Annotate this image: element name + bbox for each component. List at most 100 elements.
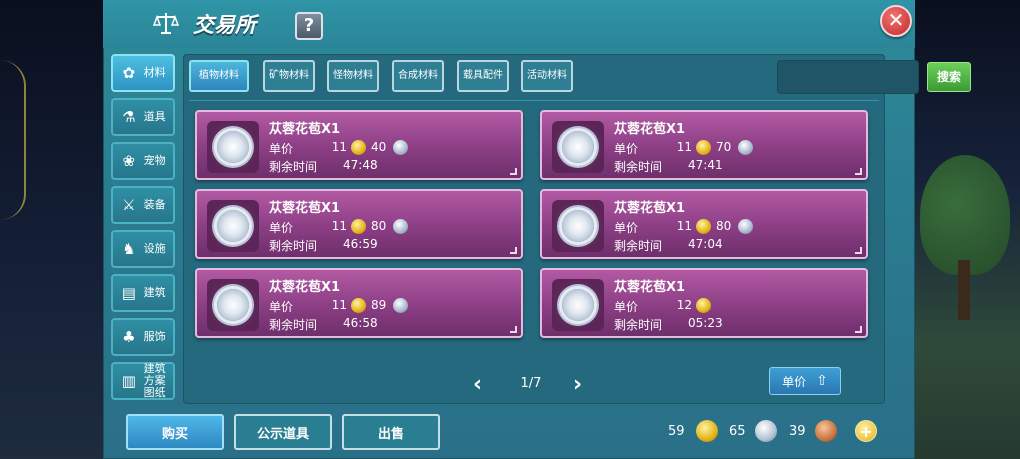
equipment-icon: ⚔ xyxy=(122,196,136,214)
price-gold: 11 xyxy=(331,298,347,312)
exchange-panel: 交易所 ? ✿ 材料 ⚗ 道具 ❀ 宠物 ⚔ 装备 ♞ 设施 ▤ 建筑 ♣ 服饰 xyxy=(103,0,971,459)
tab-monster-materials[interactable]: 怪物材料 xyxy=(327,60,379,92)
time-label: 剩余时间 xyxy=(269,160,318,174)
silver-amount: 65 xyxy=(729,424,746,439)
sidebar-item-props[interactable]: ⚗ 道具 xyxy=(111,98,175,136)
price-silver: 40 xyxy=(371,140,387,154)
gold-coin-icon xyxy=(696,219,711,234)
price-gold: 11 xyxy=(676,219,692,233)
item-thumbnail xyxy=(207,200,259,252)
flower-bud-icon xyxy=(562,289,594,321)
tab-synthetic-materials[interactable]: 合成材料 xyxy=(392,60,444,92)
sidebar-item-label: 材料 xyxy=(143,66,166,79)
page-prev-button[interactable]: ‹ xyxy=(473,372,482,397)
sidebar-item-label: 建筑 xyxy=(143,286,166,299)
search-input[interactable] xyxy=(777,60,919,94)
time-remaining: 47:48 xyxy=(343,158,378,172)
silver-coin-icon xyxy=(393,140,408,155)
sidebar-item-label: 服饰 xyxy=(143,330,166,343)
close-button[interactable]: ✕ xyxy=(880,5,912,37)
listing-card[interactable]: 苁蓉花苞X1 单价 11 70 剩余时间 47:41 xyxy=(540,110,868,180)
divider xyxy=(189,100,879,101)
item-thumbnail xyxy=(207,279,259,331)
sell-button[interactable]: 出售 xyxy=(342,414,440,450)
background-scene-left xyxy=(0,0,110,459)
copper-amount: 39 xyxy=(789,424,806,439)
sidebar-item-label: 宠物 xyxy=(143,154,166,167)
price-label: 单价 xyxy=(614,300,639,314)
tab-mineral-materials[interactable]: 矿物材料 xyxy=(263,60,315,92)
item-name: 苁蓉花苞X1 xyxy=(614,201,686,216)
sidebar-item-label: 装备 xyxy=(143,198,166,211)
page-next-button[interactable]: › xyxy=(573,372,582,397)
time-remaining: 47:41 xyxy=(688,158,723,172)
price-silver: 80 xyxy=(371,219,387,233)
item-thumbnail xyxy=(552,279,604,331)
tab-event-materials[interactable]: 活动材料 xyxy=(521,60,573,92)
listing-card[interactable]: 苁蓉花苞X1 单价 11 80 剩余时间 47:04 xyxy=(540,189,868,259)
item-name: 苁蓉花苞X1 xyxy=(269,122,341,137)
price-silver: 80 xyxy=(716,219,732,233)
page-indicator: 1/7 xyxy=(520,376,542,391)
sidebar-item-facilities[interactable]: ♞ 设施 xyxy=(111,230,175,268)
listing-card[interactable]: 苁蓉花苞X1 单价 12 剩余时间 05:23 xyxy=(540,268,868,338)
time-remaining: 05:23 xyxy=(688,316,723,330)
silver-coin-icon xyxy=(738,219,753,234)
tab-plant-materials[interactable]: 植物材料 xyxy=(189,60,249,92)
background-tree-trunk xyxy=(958,260,970,320)
price-label: 单价 xyxy=(614,142,639,156)
time-label: 剩余时间 xyxy=(269,318,318,332)
price-gold: 12 xyxy=(676,298,692,312)
price-gold: 11 xyxy=(331,140,347,154)
time-label: 剩余时间 xyxy=(269,239,318,253)
sort-arrow-icon: ⇧ xyxy=(816,373,828,389)
listing-card[interactable]: 苁蓉花苞X1 单价 11 40 剩余时间 47:48 xyxy=(195,110,523,180)
page-title: 交易所 xyxy=(193,13,256,37)
gold-coin-icon xyxy=(696,140,711,155)
time-remaining: 46:58 xyxy=(343,316,378,330)
blueprint-icon: ▥ xyxy=(121,372,136,390)
materials-icon: ✿ xyxy=(122,64,136,82)
sidebar-item-pets[interactable]: ❀ 宠物 xyxy=(111,142,175,180)
sidebar-item-buildings[interactable]: ▤ 建筑 xyxy=(111,274,175,312)
sidebar-item-clothing[interactable]: ♣ 服饰 xyxy=(111,318,175,356)
potion-icon: ⚗ xyxy=(122,108,136,126)
item-name: 苁蓉花苞X1 xyxy=(269,280,341,295)
corner-ornament xyxy=(510,168,517,175)
sidebar-item-blueprints[interactable]: ▥ 建筑方案图纸 xyxy=(111,362,175,400)
public-items-button[interactable]: 公示道具 xyxy=(234,414,332,450)
add-currency-button[interactable]: + xyxy=(855,420,877,442)
flower-bud-icon xyxy=(562,131,594,163)
price-gold: 11 xyxy=(331,219,347,233)
price-label: 单价 xyxy=(269,300,294,314)
help-button[interactable]: ? xyxy=(295,12,323,40)
search-button[interactable]: 搜索 xyxy=(927,62,971,92)
price-label: 单价 xyxy=(614,221,639,235)
paw-icon: ❀ xyxy=(122,152,136,170)
sidebar-item-label: 设施 xyxy=(143,242,166,255)
subcategory-tabs: 植物材料 矿物材料 怪物材料 合成材料 载具配件 活动材料 xyxy=(189,60,879,94)
sidebar-item-equipment[interactable]: ⚔ 装备 xyxy=(111,186,175,224)
corner-ornament xyxy=(855,168,862,175)
item-thumbnail xyxy=(552,200,604,252)
listing-card[interactable]: 苁蓉花苞X1 单价 11 80 剩余时间 46:59 xyxy=(195,189,523,259)
tab-vehicle-parts[interactable]: 载具配件 xyxy=(457,60,509,92)
sort-by-price-button[interactable]: 单价 ⇧ xyxy=(769,367,841,395)
title-bar: 交易所 ? xyxy=(103,0,915,48)
listing-card[interactable]: 苁蓉花苞X1 单价 11 89 剩余时间 46:58 xyxy=(195,268,523,338)
gold-amount: 59 xyxy=(668,424,685,439)
silver-coin-icon xyxy=(738,140,753,155)
item-thumbnail xyxy=(207,121,259,173)
silver-coin-icon xyxy=(755,420,777,442)
bottom-bar: 购买 公示道具 出售 59 65 39 + xyxy=(103,404,915,459)
corner-ornament xyxy=(510,326,517,333)
time-label: 剩余时间 xyxy=(614,318,663,332)
sidebar-item-materials[interactable]: ✿ 材料 xyxy=(111,54,175,92)
flower-bud-icon xyxy=(217,131,249,163)
buy-button[interactable]: 购买 xyxy=(126,414,224,450)
decorative-glow-line xyxy=(0,60,26,220)
gold-coin-icon xyxy=(351,298,366,313)
price-gold: 11 xyxy=(676,140,692,154)
price-label: 单价 xyxy=(269,142,294,156)
time-label: 剩余时间 xyxy=(614,239,663,253)
